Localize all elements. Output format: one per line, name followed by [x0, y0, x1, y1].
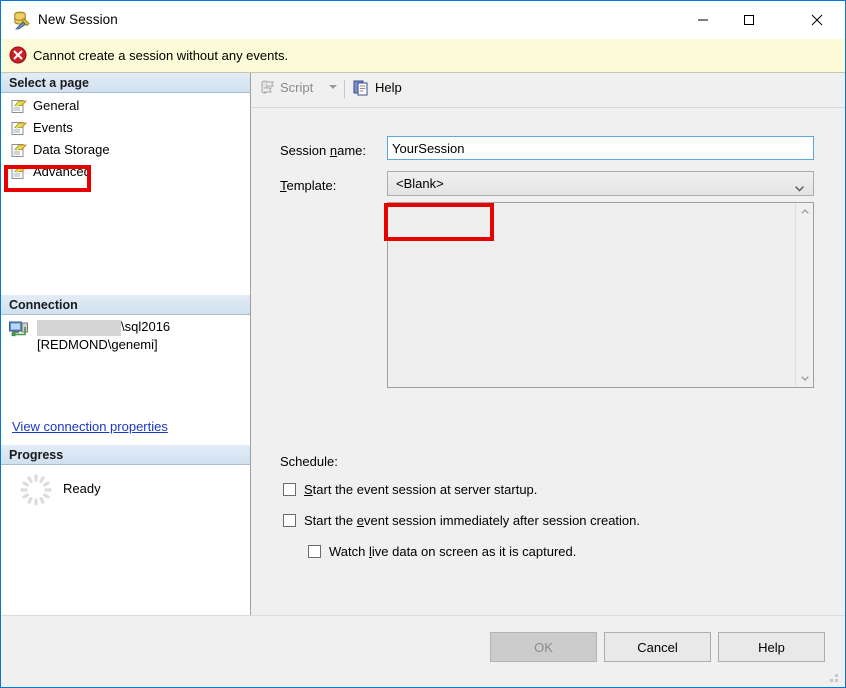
server-name-redaction — [37, 320, 121, 336]
session-name-input[interactable] — [387, 136, 814, 160]
page-general-icon — [11, 99, 27, 114]
close-button[interactable] — [794, 1, 840, 38]
checkbox-label-accel: S — [304, 482, 313, 497]
page-data-storage-icon — [11, 143, 27, 158]
template-description-box — [387, 202, 814, 388]
script-button[interactable]: Script — [259, 79, 313, 96]
script-icon — [259, 79, 276, 96]
checkbox-label: Start the event session immediately afte… — [304, 513, 640, 528]
sidebar-item-advanced[interactable]: Advanced — [1, 161, 250, 183]
sidebar-item-label: Data Storage — [33, 141, 110, 157]
right-pane: Script Help Session name: YourSession Te… — [251, 73, 845, 615]
sidebar-item-label: Advanced — [33, 163, 91, 179]
checkbox-label-post: ive data on screen as it is captured. — [371, 544, 577, 559]
help-button-label: Help — [758, 639, 785, 655]
error-banner: Cannot create a session without any even… — [1, 39, 845, 73]
new-session-dialog: New Session Cannot create a session with… — [0, 0, 846, 688]
help-toolbar-label: Help — [375, 80, 402, 95]
help-pages-icon — [353, 79, 370, 96]
error-message: Cannot create a session without any even… — [33, 48, 289, 63]
help-toolbar-button[interactable]: Help — [353, 79, 402, 96]
toolbar-separator — [344, 80, 345, 98]
view-connection-properties-link[interactable]: View connection properties — [12, 419, 168, 434]
checkbox-box[interactable] — [283, 514, 296, 527]
checkbox-label: Start the event session at server startu… — [304, 482, 537, 497]
template-label-suffix: emplate: — [286, 178, 337, 193]
dialog-content: Select a page General Events Data Storag… — [1, 73, 845, 615]
description-scrollbar[interactable] — [795, 203, 813, 387]
sidebar-item-label: General — [33, 97, 80, 113]
minimize-button[interactable] — [680, 1, 726, 38]
maximize-icon — [744, 14, 754, 25]
progress-status: Ready — [63, 481, 101, 496]
page-events-icon — [11, 121, 27, 136]
checkbox-label-pre: Start the — [304, 513, 357, 528]
help-button[interactable]: Help — [718, 632, 825, 662]
script-label: Script — [280, 80, 314, 95]
chevron-down-icon — [795, 181, 804, 192]
sidebar-item-data-storage[interactable]: Data Storage — [1, 139, 250, 161]
sidebar-item-general[interactable]: General — [1, 95, 250, 117]
template-selected-value: <Blank> — [396, 176, 444, 191]
ok-button-label: OK — [534, 639, 553, 655]
maximize-button[interactable] — [726, 1, 772, 38]
dialog-footer: OK Cancel Help — [1, 615, 845, 687]
checkbox-start-at-server-startup[interactable]: Start the event session at server startu… — [283, 482, 537, 497]
error-circle-icon — [9, 46, 27, 64]
session-name-label-suffix: ame: — [337, 143, 367, 158]
connection-server: \sql2016 — [121, 319, 171, 334]
page-advanced-icon — [11, 165, 27, 180]
sidebar-item-label: Events — [33, 119, 73, 135]
session-name-label: Session name: — [280, 143, 366, 158]
server-connection-icon — [9, 321, 29, 339]
select-a-page-header: Select a page — [1, 73, 250, 93]
cancel-button[interactable]: Cancel — [604, 632, 711, 662]
ok-button[interactable]: OK — [490, 632, 597, 662]
session-database-tools-icon — [11, 10, 31, 30]
checkbox-watch-live-data[interactable]: Watch live data on screen as it is captu… — [308, 544, 576, 559]
chevron-down-icon[interactable] — [329, 85, 337, 89]
session-name-label-prefix: Session — [280, 143, 330, 158]
spinner-icon — [19, 473, 53, 507]
template-dropdown[interactable]: <Blank> — [387, 171, 814, 196]
window-title: New Session — [38, 12, 118, 27]
sidebar-item-events[interactable]: Events — [1, 117, 250, 139]
chevron-up-icon[interactable] — [796, 203, 813, 220]
left-pane: Select a page General Events Data Storag… — [1, 73, 251, 615]
title-bar[interactable]: New Session — [1, 1, 845, 40]
checkbox-label-post: vent session immediately after session c… — [363, 513, 640, 528]
connection-header: Connection — [1, 295, 250, 315]
close-icon — [811, 14, 823, 25]
checkbox-label-accel: e — [356, 513, 364, 528]
checkbox-label-post: tart the event session at server startup… — [312, 482, 538, 497]
page-list: General Events Data Storage Advanced — [1, 95, 250, 183]
toolbar: Script Help — [251, 73, 845, 108]
connection-user: [REDMOND\genemi] — [37, 337, 158, 352]
cancel-button-label: Cancel — [637, 639, 678, 655]
chevron-down-icon[interactable] — [796, 370, 813, 387]
resize-grip-icon[interactable] — [827, 671, 841, 685]
minimize-icon — [698, 19, 708, 20]
checkbox-box[interactable] — [283, 483, 296, 496]
template-label: Template: — [280, 178, 336, 193]
checkbox-start-immediately[interactable]: Start the event session immediately afte… — [283, 513, 640, 528]
progress-header: Progress — [1, 445, 250, 465]
checkbox-label-pre: Watch — [329, 544, 369, 559]
checkbox-label: Watch live data on screen as it is captu… — [329, 544, 576, 559]
connection-info: \sql2016 [REDMOND\genemi] View connectio… — [1, 316, 250, 446]
checkbox-box[interactable] — [308, 545, 321, 558]
schedule-label: Schedule: — [280, 454, 338, 469]
